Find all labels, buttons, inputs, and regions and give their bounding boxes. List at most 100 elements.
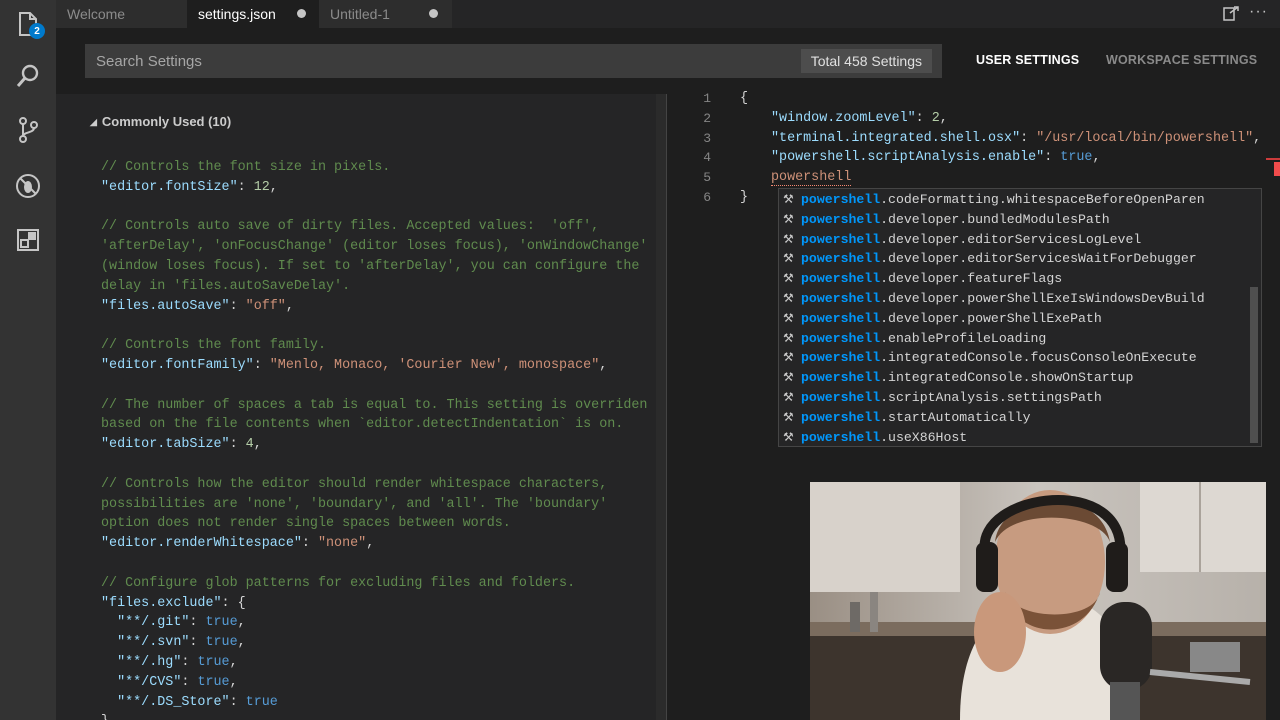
suggestion-item[interactable]: ⚒ powershell.developer.bundledModulesPath: [779, 210, 1249, 230]
closing-brace: },: [101, 714, 117, 720]
code-line: // Controls the font size in pixels.: [101, 158, 390, 178]
suggestion-match: powershell: [801, 370, 881, 386]
setting-key: "powershell.scriptAnalysis.enable": [771, 150, 1045, 166]
suggestion-match: powershell: [801, 390, 881, 405]
error-ruler-mark: [1266, 158, 1280, 160]
punctuation: ,: [599, 358, 608, 373]
punctuation: ,: [237, 635, 246, 651]
setting-value: true: [205, 635, 238, 651]
tab-label: Untitled-1: [330, 6, 390, 22]
setting-key: "**/.hg": [117, 655, 182, 670]
suggest-scrollbar[interactable]: [1250, 287, 1258, 443]
setting-value: "Menlo, Monaco, 'Courier New', monospace…: [269, 358, 600, 373]
suggestion-item[interactable]: ⚒ powershell.integratedConsole.focusConso…: [779, 348, 1249, 368]
suggestion-item[interactable]: ⚒ powershell.integratedConsole.showOnStar…: [779, 368, 1249, 388]
suggestion-item[interactable]: ⚒ powershell.scriptAnalysis.settingsPath: [779, 388, 1249, 408]
suggestion-item[interactable]: ⚒ powershell.developer.editorServicesLogL…: [779, 230, 1249, 250]
unsaved-dot-icon[interactable]: [429, 9, 438, 18]
tab-settings-json[interactable]: settings.json: [187, 0, 320, 28]
suggestion-item[interactable]: ⚒ powershell.useX86Host: [779, 428, 1249, 446]
punctuation: ,: [253, 437, 262, 453]
debug-icon[interactable]: [12, 170, 44, 202]
code-line: possibilities are 'none', 'boundary', an…: [101, 495, 607, 515]
property-wrench-icon: ⚒: [783, 251, 794, 266]
setting-value: true: [205, 615, 238, 631]
code-line: "editor.fontSize": 12,: [101, 178, 278, 198]
open-settings-file-icon[interactable]: [1222, 5, 1240, 23]
punctuation: :: [229, 298, 246, 314]
code-comment: (window loses focus). If set to 'afterDe…: [101, 259, 640, 274]
suggestion-rest: .developer.bundledModulesPath: [880, 211, 1110, 227]
code-line[interactable]: "window.zoomLevel": 2,: [771, 109, 948, 129]
typed-text-error[interactable]: powershell: [771, 170, 852, 187]
suggestion-item[interactable]: ⚒ powershell.developer.powerShellExePath: [779, 309, 1249, 329]
code-comment: // Controls auto save of dirty files. Ac…: [101, 219, 600, 235]
setting-value: {: [237, 595, 246, 611]
punctuation: :: [253, 358, 270, 373]
code-line[interactable]: powershell: [771, 168, 852, 188]
suggestion-item[interactable]: ⚒ powershell.enableProfileLoading: [779, 329, 1249, 349]
code-line[interactable]: "terminal.integrated.shell.osx": "/usr/l…: [771, 129, 1261, 149]
tab-user-settings[interactable]: USER SETTINGS: [976, 53, 1079, 67]
suggestion-match: powershell: [801, 211, 881, 227]
property-wrench-icon: ⚒: [783, 231, 794, 246]
code-comment: // The number of spaces a tab is equal t…: [101, 397, 648, 413]
suggestion-item[interactable]: ⚒ powershell.developer.editorServicesWait…: [779, 249, 1249, 269]
setting-value: 4: [245, 437, 254, 453]
tab-untitled[interactable]: Untitled-1: [319, 0, 452, 28]
line-number: 3: [703, 130, 711, 146]
tab-label: Welcome: [67, 6, 126, 22]
setting-value: true: [1060, 150, 1093, 166]
search-icon[interactable]: [12, 60, 44, 92]
code-line[interactable]: "powershell.scriptAnalysis.enable": true…: [771, 148, 1101, 168]
code-comment: // Configure glob patterns for excluding…: [101, 575, 576, 591]
presenter-video-image: [810, 482, 1266, 720]
punctuation: :: [181, 655, 198, 670]
code-line: "**/CVS": true,: [101, 673, 238, 693]
pane-scrollbar[interactable]: [656, 94, 666, 720]
suggestion-item[interactable]: ⚒ powershell.developer.powerShellExeIsWin…: [779, 289, 1249, 309]
setting-value: 2: [931, 110, 940, 126]
property-wrench-icon: ⚒: [783, 271, 794, 286]
suggestion-match: powershell: [801, 310, 881, 326]
suggestion-item[interactable]: ⚒ powershell.startAutomatically: [779, 408, 1249, 428]
code-line: // Configure glob patterns for excluding…: [101, 574, 575, 594]
code-line[interactable]: }: [740, 188, 748, 208]
code-line: "**/.svn": true,: [101, 633, 246, 653]
search-settings-input[interactable]: [96, 44, 776, 78]
punctuation: :: [229, 694, 246, 710]
setting-key: "editor.fontFamily": [101, 358, 254, 373]
webcam-overlay: [810, 482, 1266, 720]
line-number: 6: [703, 190, 711, 205]
group-header-commonly-used[interactable]: ◢ Commonly Used (10): [90, 114, 231, 129]
extensions-icon[interactable]: [12, 224, 44, 256]
code-line: // Controls auto save of dirty files. Ac…: [101, 217, 599, 237]
setting-value: 12: [253, 179, 270, 195]
suggestion-match: powershell: [801, 192, 881, 207]
suggestion-item[interactable]: ⚒ powershell.developer.featureFlags: [779, 269, 1249, 289]
setting-value: "off": [245, 298, 286, 314]
brace: }: [740, 190, 749, 205]
setting-key: "**/.DS_Store": [117, 694, 230, 710]
default-settings-pane: ◢ Commonly Used (10) // Controls the font…: [56, 94, 666, 720]
code-comment: possibilities are 'none', 'boundary', an…: [101, 496, 608, 512]
setting-value: "/usr/local/bin/powershell": [1036, 130, 1254, 146]
tab-welcome[interactable]: Welcome: [56, 0, 188, 28]
suggestion-rest: .integratedConsole.showOnStartup: [880, 370, 1134, 386]
source-control-icon[interactable]: [12, 114, 44, 146]
code-line: (window loses focus). If set to 'afterDe…: [101, 257, 639, 277]
code-line[interactable]: {: [740, 89, 748, 109]
suggestion-match: powershell: [801, 231, 881, 247]
tab-bar: Welcome settings.json Untitled-1 ···: [56, 0, 1280, 28]
unsaved-dot-icon[interactable]: [297, 9, 306, 18]
error-scroll-mark: [1274, 162, 1280, 176]
suggestion-item[interactable]: ⚒ powershell.codeFormatting.whitespaceBef…: [779, 190, 1249, 210]
punctuation: :: [301, 536, 318, 552]
tab-workspace-settings[interactable]: WORKSPACE SETTINGS: [1106, 53, 1257, 67]
punctuation: ,: [1253, 130, 1262, 146]
more-actions-icon[interactable]: ···: [1249, 3, 1268, 21]
property-wrench-icon: ⚒: [783, 409, 794, 424]
collapse-caret-icon: ◢: [90, 117, 97, 127]
punctuation: ,: [237, 615, 246, 631]
property-wrench-icon: ⚒: [783, 192, 794, 206]
